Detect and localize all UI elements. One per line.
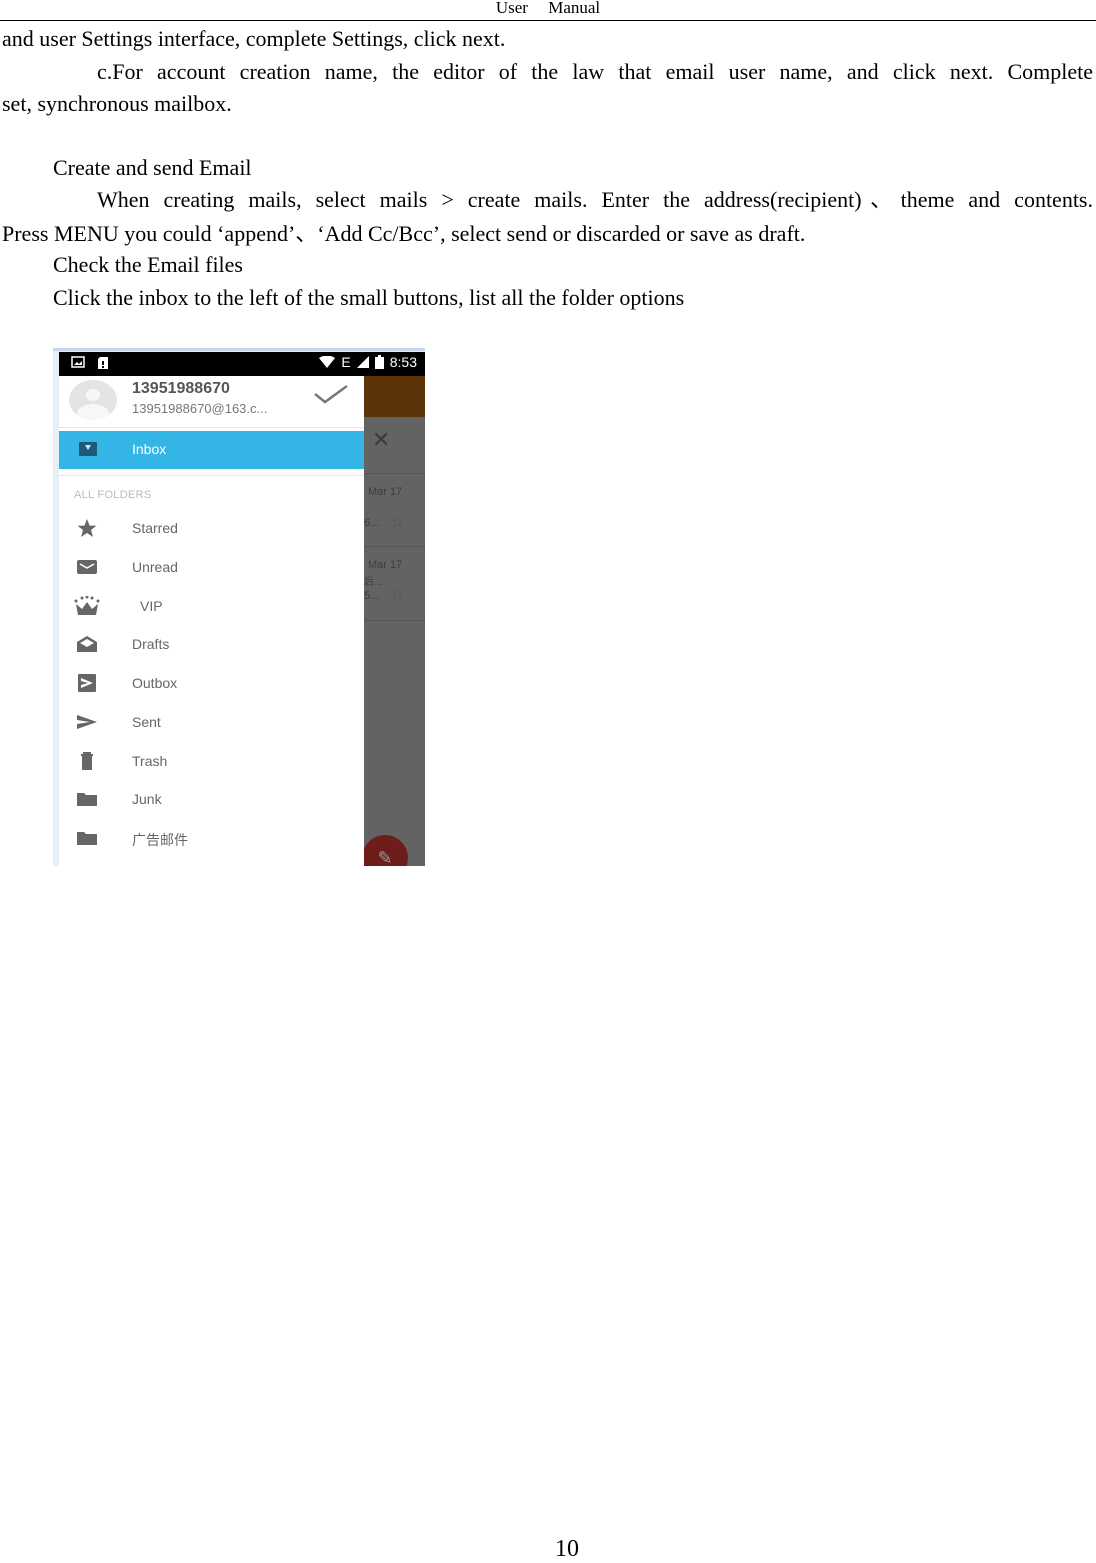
folder-starred[interactable]: Starred [59, 509, 364, 547]
avatar [69, 380, 117, 420]
navigation-drawer: 13951988670 13951988670@163.c... Inbox A… [59, 376, 364, 866]
folder-unread[interactable]: Unread [59, 548, 364, 586]
folder-outbox[interactable]: Outbox [59, 664, 364, 702]
message-snippet: 6... [364, 517, 380, 529]
close-icon[interactable]: ✕ [372, 427, 390, 453]
folder-label: Unread [132, 559, 178, 575]
body-line-5: Press MENU you could ‘append’、‘Add Cc/Bc… [2, 221, 806, 246]
trash-icon [81, 752, 93, 770]
folder-label: Outbox [132, 675, 178, 691]
folder-icon [77, 832, 97, 845]
inbox-icon [79, 442, 97, 456]
image-notification-icon [71, 356, 85, 368]
folder-label: Trash [132, 753, 168, 769]
folder-sent[interactable]: Sent [59, 703, 364, 741]
phone-screenshot: E 8:53 ✕ Mar 17 6... ☆ Mar 17 后... 5... … [53, 348, 425, 866]
folder-label: Sent [132, 714, 161, 730]
send-icon [77, 715, 97, 729]
dimmed-message-list: ✕ Mar 17 6... ☆ Mar 17 后... 5... ☆ [364, 417, 425, 866]
star-icon [77, 519, 97, 537]
star-outline-icon[interactable]: ☆ [390, 512, 404, 532]
checkmark-icon[interactable] [313, 384, 349, 406]
folder-label: Inbox [132, 441, 167, 457]
folder-junk[interactable]: Junk [59, 780, 364, 818]
folder-label: Junk [132, 791, 162, 807]
signal-icon [356, 356, 369, 368]
folder-vip[interactable]: VIP [59, 587, 364, 625]
folder-label: VIP [140, 598, 163, 614]
wifi-icon [319, 356, 336, 368]
folder-label: Starred [132, 520, 178, 536]
clock: 8:53 [389, 354, 417, 370]
envelope-icon [77, 560, 97, 574]
network-type: E [341, 354, 351, 370]
section-header: ALL FOLDERS [74, 489, 152, 501]
body-line-2: c.For account creation name, the editor … [97, 59, 1093, 84]
folder-icon [77, 793, 97, 806]
message-date: Mar 17 [368, 559, 403, 571]
body-line-1: and user Settings interface, complete Se… [2, 26, 506, 51]
list-item[interactable]: Mar 17 6... ☆ [364, 473, 425, 547]
body-line-4: When creating mails, select mails > crea… [97, 187, 1093, 212]
sd-card-icon [98, 357, 108, 369]
message-sender: 后... [364, 577, 383, 588]
divider [59, 475, 364, 476]
folder-label: Drafts [132, 636, 170, 652]
account-header[interactable]: 13951988670 13951988670@163.c... [59, 376, 364, 428]
folder-ads[interactable]: 广告邮件 [59, 819, 364, 857]
heading-check-email-files: Check the Email files [53, 252, 243, 277]
header-right: Manual [548, 0, 601, 17]
outbox-icon [78, 674, 96, 692]
folder-inbox[interactable]: Inbox [59, 431, 364, 469]
pencil-icon: ✎ [377, 848, 393, 866]
battery-icon [374, 355, 384, 369]
folder-label: 广告邮件 [132, 832, 188, 848]
message-snippet: 5... [364, 590, 380, 602]
body-line-6: Click the inbox to the left of the small… [53, 285, 685, 310]
folder-drafts[interactable]: Drafts [59, 625, 364, 663]
status-bar: E 8:53 [59, 352, 425, 376]
crown-icon [74, 596, 100, 615]
body-line-3: set, synchronous mailbox. [2, 91, 232, 116]
heading-create-send-email: Create and send Email [53, 155, 252, 180]
list-item[interactable]: Mar 17 后... 5... ☆ [364, 546, 425, 621]
folder-trash[interactable]: Trash [59, 742, 364, 780]
screenshot-border [53, 348, 425, 351]
account-name: 13951988670 [132, 380, 230, 397]
header-left: User [495, 0, 528, 17]
message-date: Mar 17 [368, 486, 403, 498]
account-email: 13951988670@163.c... [132, 401, 268, 416]
star-outline-icon[interactable]: ☆ [390, 585, 404, 605]
drafts-icon [77, 636, 97, 652]
page-header: User Manual [0, 0, 1096, 21]
